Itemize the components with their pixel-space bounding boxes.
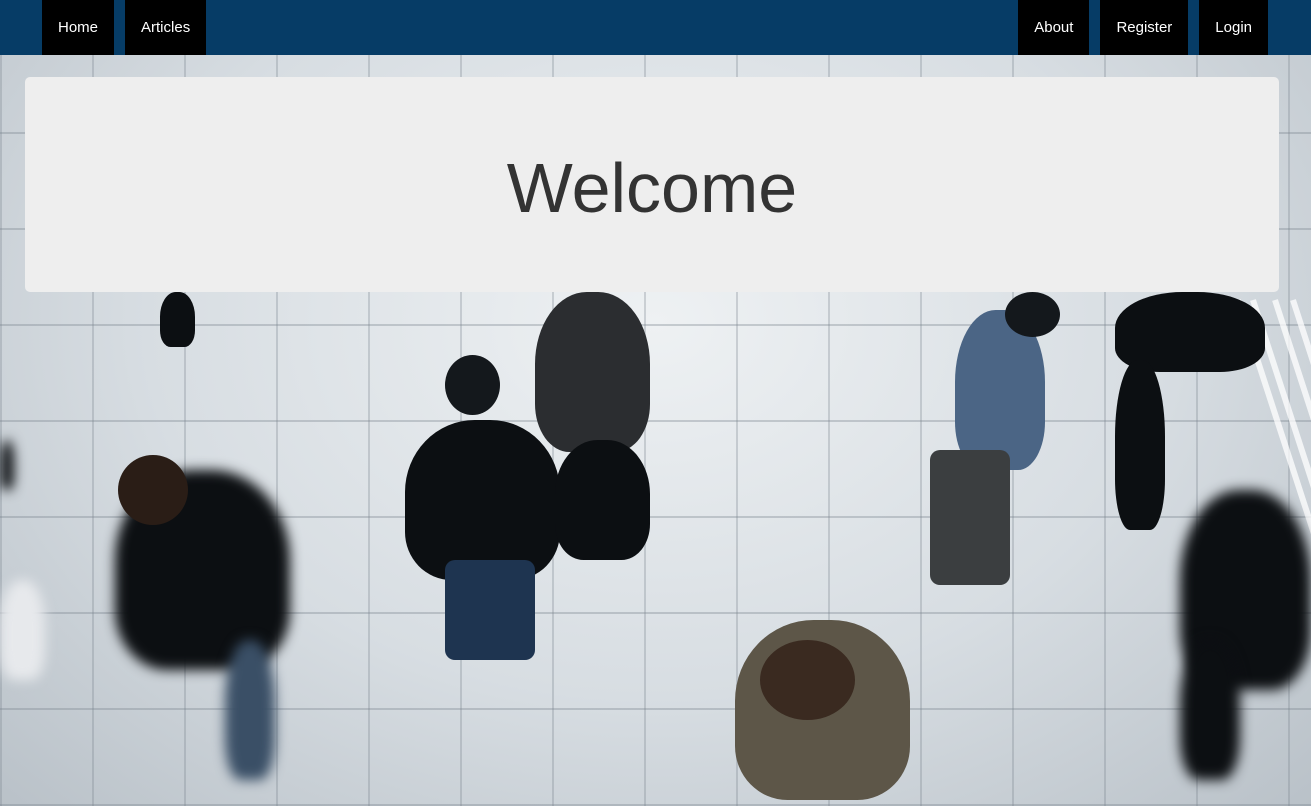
nav-home-link[interactable]: Home bbox=[42, 0, 115, 55]
nav-about-link[interactable]: About bbox=[1018, 0, 1090, 55]
nav-register-link[interactable]: Register bbox=[1100, 0, 1189, 55]
nav-left-group: Home Articles bbox=[42, 0, 207, 55]
hero-title: Welcome bbox=[506, 148, 798, 227]
nav-articles-link[interactable]: Articles bbox=[125, 0, 207, 55]
nav-right-group: About Register Login bbox=[1018, 0, 1268, 55]
hero-banner: Welcome bbox=[25, 77, 1279, 292]
nav-login-link[interactable]: Login bbox=[1199, 0, 1268, 55]
page: Home Articles About Register Login Welco… bbox=[0, 0, 1311, 806]
top-navbar: Home Articles About Register Login bbox=[0, 0, 1311, 55]
